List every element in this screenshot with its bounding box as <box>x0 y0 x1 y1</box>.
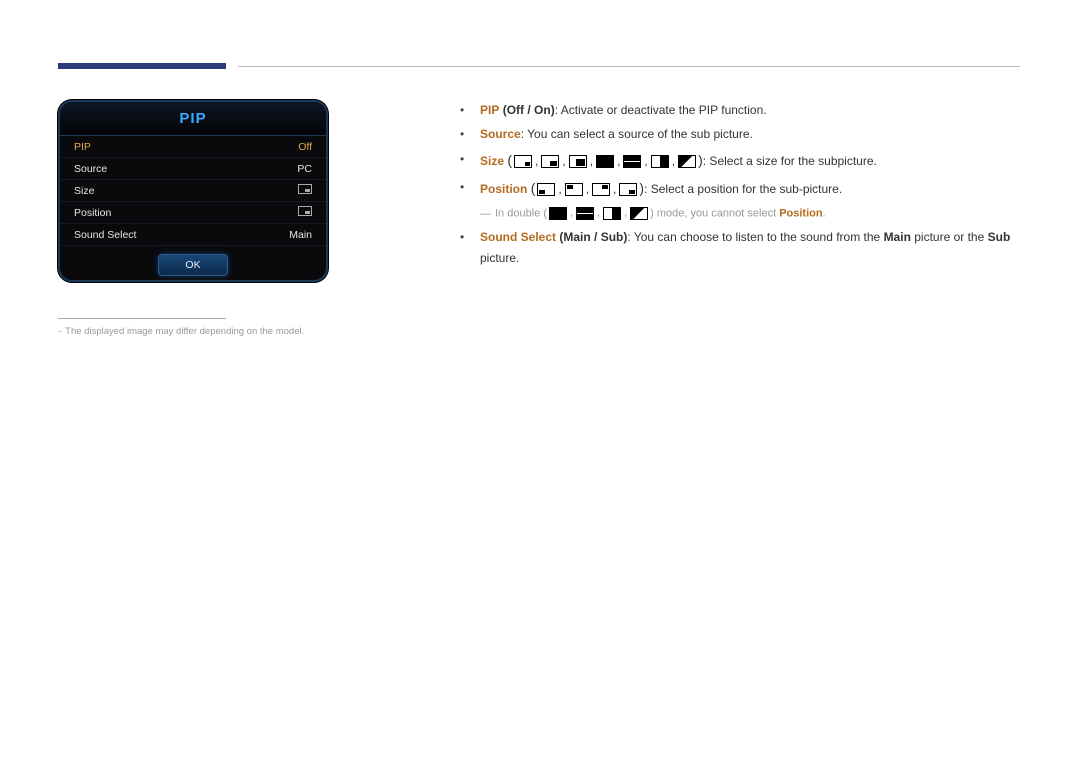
osd-row-label: Size <box>74 185 94 197</box>
sound-main: Main <box>563 230 590 244</box>
bullet-pip: • PIP (Off / On): Activate or deactivate… <box>460 100 1020 120</box>
osd-row-value: Main <box>289 229 312 241</box>
bullet-dot-icon: • <box>460 149 480 173</box>
osd-row-pip[interactable]: PIP Off <box>60 136 326 158</box>
footnote-text: -The displayed image may differ dependin… <box>58 326 304 337</box>
size-icons-group: , , , , , , <box>514 151 696 171</box>
osd-row-sound[interactable]: Sound Select Main <box>60 224 326 246</box>
osd-title: PIP <box>60 102 326 136</box>
osd-row-size[interactable]: Size <box>60 180 326 202</box>
osd-row-label: Position <box>74 207 111 219</box>
pip-size-icon <box>298 184 312 194</box>
size-right-half-icon <box>603 207 621 220</box>
dash-icon: ― <box>480 208 491 220</box>
size-right-half-icon <box>651 155 669 168</box>
bullet-dot-icon: • <box>460 124 480 144</box>
bullet-body: Sound Select (Main / Sub): You can choos… <box>480 227 1020 268</box>
bullet-sound: • Sound Select (Main / Sub): You can cho… <box>460 227 1020 268</box>
size-double-vertical-icon <box>596 155 614 168</box>
subnote-end: . <box>823 208 826 220</box>
section-divider <box>238 66 1020 67</box>
lparen: ( <box>507 152 512 168</box>
size-diagonal-icon <box>678 155 696 168</box>
sound-sub-word: Sub <box>988 230 1011 244</box>
osd-ok-container: OK <box>60 246 326 282</box>
source-desc: : You can select a source of the sub pic… <box>521 127 753 141</box>
osd-row-source[interactable]: Source PC <box>60 158 326 180</box>
sound-sub: Sub <box>601 230 624 244</box>
subnote-position-word: Position <box>779 208 822 220</box>
osd-row-value: Off <box>298 141 312 153</box>
pip-desc: : Activate or deactivate the PIP functio… <box>555 103 767 117</box>
osd-row-label: Sound Select <box>74 229 136 241</box>
bullet-dot-icon: • <box>460 177 480 201</box>
footnote-dash: - <box>58 326 61 337</box>
size-double-vertical-icon <box>549 207 567 220</box>
bullet-body: PIP (Off / On): Activate or deactivate t… <box>480 100 1020 120</box>
label-sound: Sound Select <box>480 230 556 244</box>
sound-desc-a: : You can choose to listen to the sound … <box>627 230 883 244</box>
bullet-body: Size ( , , , , , , ): Select a size for … <box>480 149 1020 173</box>
pip-position-icon <box>298 206 312 216</box>
size-desc: : Select a size for the subpicture. <box>703 154 877 168</box>
position-top-right-icon <box>592 183 610 196</box>
bullet-dot-icon: • <box>460 100 480 120</box>
size-double-horizontal-icon <box>576 207 594 220</box>
size-diagonal-icon <box>630 207 648 220</box>
label-position: Position <box>480 182 527 196</box>
subnote-prefix: In double ( <box>495 208 547 220</box>
ok-button[interactable]: OK <box>158 254 228 276</box>
osd-row-label: PIP <box>74 141 91 153</box>
sound-desc-c: picture. <box>480 251 519 265</box>
osd-row-value <box>298 206 312 219</box>
size-double-horizontal-icon <box>623 155 641 168</box>
bullet-source: • Source: You can select a source of the… <box>460 124 1020 144</box>
bullet-dot-icon: • <box>460 227 480 268</box>
sound-slash: / <box>591 230 601 244</box>
footnote-rule <box>58 318 226 319</box>
position-icons-group: , , , <box>537 179 637 199</box>
subnote-icons-group: , , , <box>549 204 648 223</box>
lparen: ( <box>531 180 536 196</box>
osd-row-value <box>298 184 312 197</box>
sound-desc-b: picture or the <box>911 230 988 244</box>
position-desc: : Select a position for the sub-picture. <box>644 182 842 196</box>
size-medium-icon <box>541 155 559 168</box>
section-accent-bar <box>58 63 226 69</box>
bullet-body: Source: You can select a source of the s… <box>480 124 1020 144</box>
label-pip: PIP <box>480 103 499 117</box>
position-top-left-icon <box>565 183 583 196</box>
position-bottom-right-icon <box>619 183 637 196</box>
size-large-icon <box>569 155 587 168</box>
size-small-icon <box>514 155 532 168</box>
bullet-position: • Position ( , , , ): Select a position … <box>460 177 1020 201</box>
osd-panel: PIP PIP Off Source PC Size Position Soun… <box>58 100 328 282</box>
osd-row-position[interactable]: Position <box>60 202 326 224</box>
bullet-body: Position ( , , , ): Select a position fo… <box>480 177 1020 201</box>
label-size: Size <box>480 154 504 168</box>
osd-row-label: Source <box>74 163 107 175</box>
position-subnote: ― In double ( , , , ) mode, you cannot se… <box>480 204 1020 223</box>
footnote-body: The displayed image may differ depending… <box>65 326 304 337</box>
pip-slash: / <box>524 103 534 117</box>
sound-main-word: Main <box>884 230 911 244</box>
subnote-suffix: ) mode, you cannot select <box>650 208 779 220</box>
osd-row-value: PC <box>297 163 312 175</box>
pip-on: On <box>534 103 551 117</box>
content-area: • PIP (Off / On): Activate or deactivate… <box>460 100 1020 272</box>
position-bottom-left-icon <box>537 183 555 196</box>
label-source: Source <box>480 127 521 141</box>
pip-off: Off <box>507 103 524 117</box>
bullet-size: • Size ( , , , , , , ): Select a size fo… <box>460 149 1020 173</box>
